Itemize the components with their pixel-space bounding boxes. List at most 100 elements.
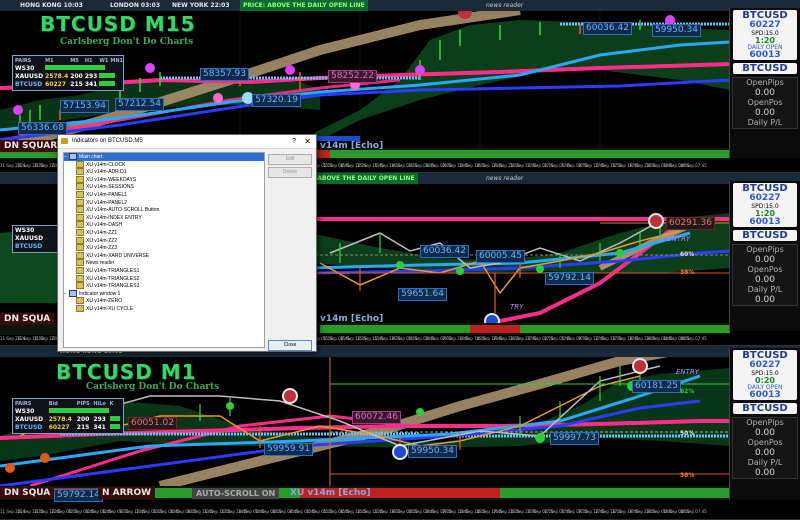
- chart-title-m15: BTCUSD M15: [40, 12, 196, 36]
- price-label: 60005.45: [476, 250, 525, 263]
- time-axis-tick: 17 Sep 23:15: [629, 509, 656, 514]
- corr-pair: WS30: [15, 408, 35, 415]
- tree-node-indicator[interactable]: XU v14m-TRIANGLES2: [64, 274, 264, 283]
- price-label: 58357.93: [200, 68, 249, 81]
- tree-node-indicator[interactable]: XU v14m-XARD UNIVERSE: [64, 251, 264, 260]
- symbol-price: 60227: [749, 193, 781, 203]
- time-axis-tick: 18 Sep 07:45: [680, 336, 707, 341]
- chart-pane-m1[interactable]: HONG KONG 10:03 BTCUSD M1 Carlsberg Don'…: [0, 346, 800, 520]
- news-reader-label[interactable]: news reader: [486, 0, 523, 11]
- time-axis-tick: 17 Sep 12:45: [578, 336, 605, 341]
- tree-node-indicator[interactable]: XU v14m-ADR D1: [64, 168, 264, 176]
- open-pos-label: OpenPos: [747, 265, 783, 274]
- indicator-icon: [76, 304, 84, 312]
- close-icon[interactable]: ✕: [304, 135, 311, 148]
- time-axis-tick: 11 Sep 16:15: [17, 163, 44, 168]
- tree-node-label: XU v14m-PANEL1: [86, 191, 128, 198]
- indicator-tree[interactable]: − Main chart XU v14m-CLOCK XU v14m-ADR D1 X…: [63, 152, 265, 348]
- tree-node-indicator[interactable]: XU v14m-ZZ1: [64, 228, 264, 237]
- tree-node-indicator-window-1[interactable]: − Indicator window 1: [64, 289, 264, 298]
- news-reader-label[interactable]: news reader: [486, 173, 523, 184]
- tree-node-indicator[interactable]: XU v14m-PANEL2: [64, 198, 264, 207]
- time-axis-tick: 17 Sep 23:15: [629, 163, 656, 168]
- indicator-icon: [76, 168, 84, 176]
- tree-node-indicator[interactable]: XU v14m-ZZ3: [64, 244, 264, 252]
- tree-node-indicator[interactable]: XU v14m-PANEL1: [64, 190, 264, 199]
- time-axis-tick: 17 Sep 16:15: [595, 163, 622, 168]
- corr-col-pips: PIPS: [76, 401, 90, 407]
- city-clock-hongkong: HONG KONG 10:03: [20, 2, 83, 9]
- chart-subtitle-m15: Carlsberg Don't Do Charts: [60, 37, 194, 47]
- fib-62-label: 62%: [680, 388, 695, 395]
- tree-node-indicator[interactable]: XU v14m-TRIANGLES3: [64, 282, 264, 290]
- close-button[interactable]: Close: [268, 340, 312, 351]
- time-axis-tick: 16 Sep 14:15: [459, 509, 486, 514]
- time-axis-tick: 16 Sep 00:15: [391, 336, 418, 341]
- time-axis-tick: 11 Sep 16:15: [17, 336, 44, 341]
- price-label: 59792.14: [54, 489, 103, 502]
- time-axis-tick: 15 Sep 08:45: [323, 336, 350, 341]
- open-pos-value: 0.00: [754, 448, 776, 458]
- symbol-box-secondary: BTCUSD: [733, 403, 797, 414]
- time-axis-tick: 16 Sep 03:45: [408, 336, 435, 341]
- time-axis-tick: 16 Sep 21:15: [493, 509, 520, 514]
- city-clock-newyork: NEW YORK 22:03: [172, 2, 230, 9]
- fib-60-label: 60%: [680, 251, 695, 258]
- tree-node-label: XU v14m-ZZ1: [86, 229, 118, 236]
- time-axis-tick: 14 Sep 00:45: [238, 509, 265, 514]
- symbol-box: BTCUSD 60227 SPD:15.0 0:20 DAILY OPEN 60…: [733, 350, 797, 400]
- time-axis-tick: 17 Sep 16:15: [595, 336, 622, 341]
- tree-node-main-chart[interactable]: − Main chart: [64, 153, 264, 161]
- tree-node-label: News reader: [86, 260, 115, 267]
- tree-node-indicator[interactable]: XU v14m-CLOCK: [64, 160, 264, 169]
- time-axis-tick: 16 Sep 21:15: [493, 336, 520, 341]
- fib-38-label: 38%: [680, 472, 695, 479]
- time-axis-tick: 14 Sep 08:45: [272, 509, 299, 514]
- tree-node-label: XU v14m-XARD UNIVERSE: [86, 252, 150, 259]
- price-label: 59997.73: [550, 432, 599, 445]
- indicator-icon: [76, 228, 84, 236]
- delete-button[interactable]: Delete: [268, 167, 312, 178]
- time-axis-tick: 16 Sep 23:45: [510, 509, 537, 514]
- tree-node-indicator[interactable]: XU v14m-INDEX ENTRY: [64, 213, 264, 222]
- time-axis-tick: 17 Sep 12:45: [578, 163, 605, 168]
- tree-node-label: XU v14m-ZZ2: [86, 237, 118, 244]
- symbol-box-secondary: BTCUSD: [733, 63, 797, 74]
- corr-col-mn1: MN1: [110, 58, 123, 64]
- tree-node-label: XU v14m-ZERO: [86, 298, 123, 305]
- dialog-titlebar[interactable]: Indicators on BTCUSD,M5 ? ✕: [58, 135, 316, 149]
- tree-node-indicator[interactable]: XU v14m-XU CYCLE: [64, 304, 264, 313]
- price-label: 59950.34: [408, 445, 457, 458]
- tree-node-indicator[interactable]: News reader: [64, 259, 264, 267]
- time-axis-tick: 15 Sep 19:15: [374, 509, 401, 514]
- price-label: 59950.34: [652, 24, 701, 37]
- price-label: 58252.22: [328, 70, 377, 83]
- auto-scroll-button[interactable]: AUTO-SCROLL ON: [192, 488, 280, 499]
- time-axis-tick: 16 Sep 07:15: [425, 163, 452, 168]
- tree-node-indicator[interactable]: XU v14m-DASH: [64, 221, 264, 229]
- tree-node-label: XU v14m-WEEKDAYS: [86, 176, 137, 183]
- tree-node-indicator[interactable]: XU v14m-ZZ2: [64, 236, 264, 245]
- help-button[interactable]: ?: [292, 135, 296, 148]
- tree-node-indicator[interactable]: XU v14m-WEEKDAYS: [64, 175, 264, 184]
- time-axis-tick: 16 Sep 17:45: [476, 509, 503, 514]
- indicator-icon: [76, 274, 84, 282]
- daily-pl-label: Daily P/L: [747, 118, 783, 127]
- chart-icon: [69, 153, 77, 160]
- corr-col-pairs: PAIRS: [15, 58, 32, 64]
- time-axis-tick: 12 Sep 06:45: [85, 509, 112, 514]
- price-label: 59959.91: [264, 443, 313, 456]
- tree-node-indicator[interactable]: XU v14m-ZERO: [64, 297, 264, 305]
- tree-node-indicator[interactable]: XU v14m-AUTO-SCROLL Button: [64, 206, 264, 214]
- tree-node-label: Indicator window 1: [79, 290, 121, 297]
- time-axis-tick: 15 Sep 08:45: [323, 509, 350, 514]
- pane1-toolbar: HONG KONG 10:03 LONDON 03:03 NEW YORK 22…: [0, 0, 800, 11]
- indicator-icon: [76, 175, 84, 183]
- corr-col-k: K: [109, 401, 114, 407]
- time-axis-tick: 18 Sep 01:45: [646, 509, 673, 514]
- tree-node-indicator[interactable]: XU v14m-SESSIONS: [64, 183, 264, 191]
- corr-row-ws30: WS30: [14, 65, 124, 73]
- tree-node-indicator[interactable]: XU v14m-TRIANGLES1: [64, 266, 264, 275]
- daily-pl-label: Daily P/L: [747, 285, 783, 294]
- edit-button[interactable]: Edit: [268, 154, 312, 165]
